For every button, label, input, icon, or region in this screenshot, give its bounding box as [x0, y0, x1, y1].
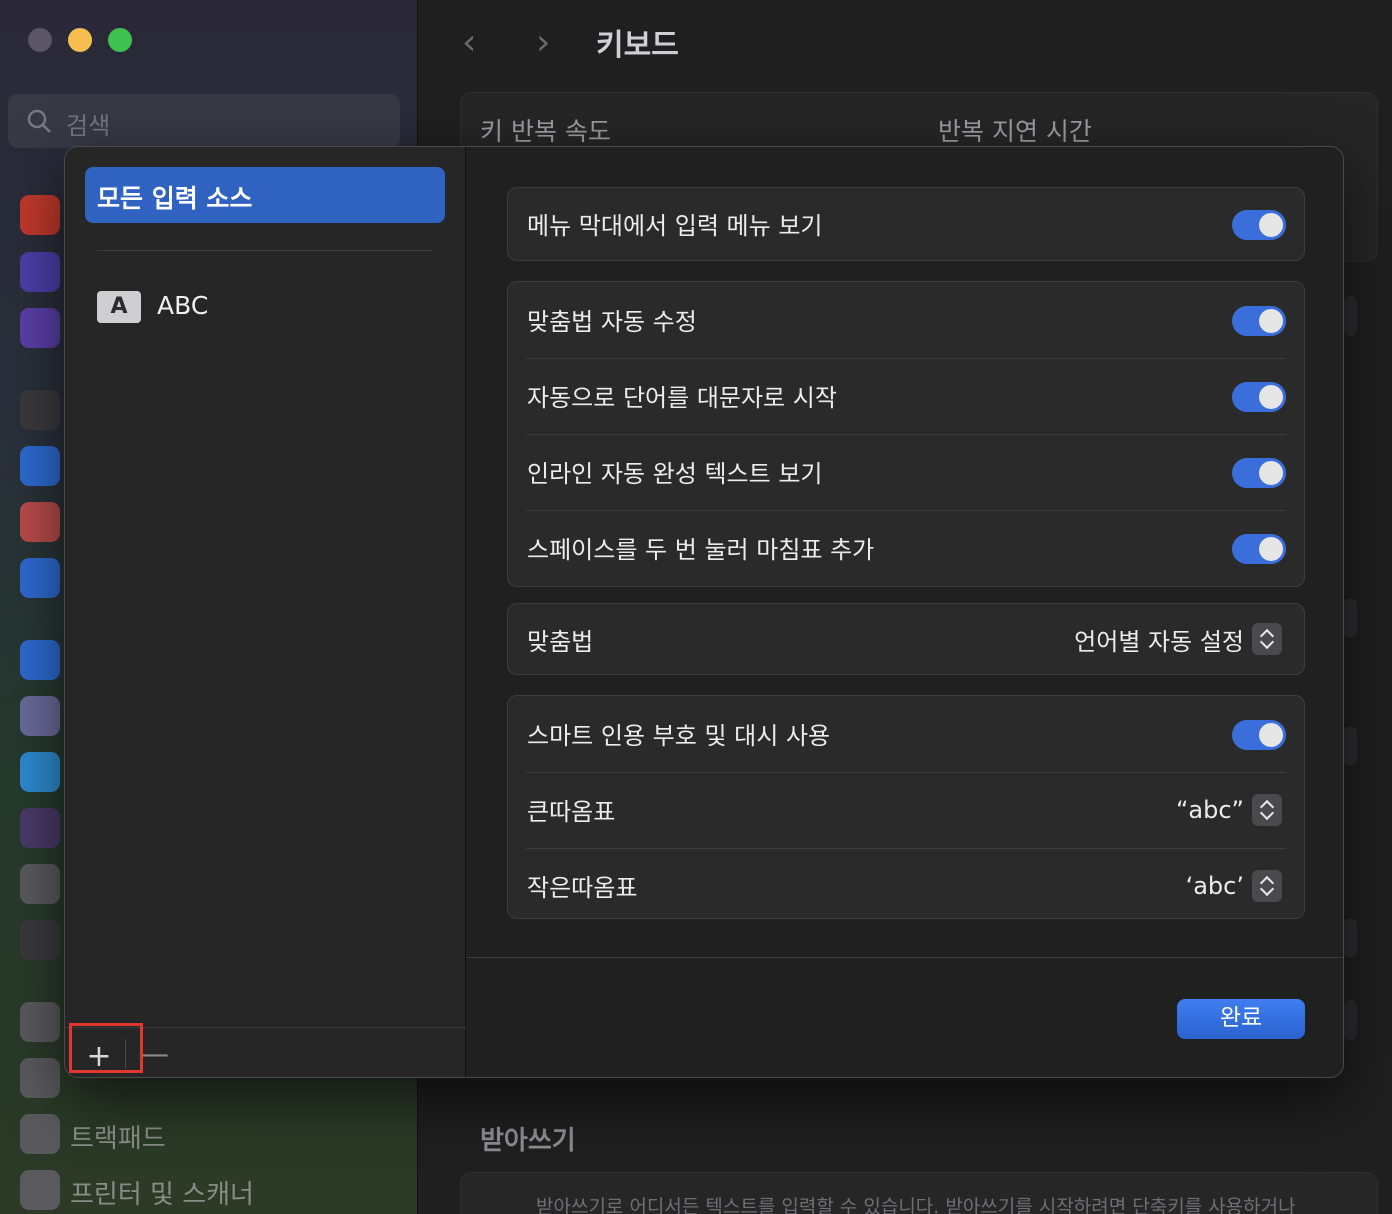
bg-toggle-edge — [1343, 296, 1357, 336]
users-icon[interactable] — [20, 558, 60, 598]
settings-row: 자동으로 단어를 대문자로 시작 — [508, 358, 1304, 434]
smart-quotes-group: 스마트 인용 부호 및 대시 사용 큰따옴표 “abc” 작은따옴표 ‘abc’ — [507, 695, 1305, 919]
settings-row: 맞춤법 언어별 자동 설정 — [508, 604, 1304, 674]
dictation-section-title: 받아쓰기 — [480, 1126, 576, 1156]
double-quotes-popup[interactable]: “abc” — [1176, 792, 1282, 828]
search-field[interactable]: 검색 — [8, 94, 400, 148]
settings-row: 맞춤법 자동 수정 — [508, 282, 1304, 358]
popup-value: ‘abc’ — [1185, 872, 1244, 900]
back-arrow-icon[interactable]: ‹ — [462, 22, 476, 63]
row-label: 자동으로 단어를 대문자로 시작 — [527, 384, 837, 412]
chevron-up-down-icon — [1252, 870, 1282, 902]
input-sources-sheet: 모든 입력 소스 A ABC + — 메뉴 막대에서 입력 메뉴 보기 맞춤법 … — [64, 146, 1344, 1078]
done-button[interactable]: 완료 — [1177, 999, 1305, 1039]
privacy-icon[interactable] — [20, 446, 60, 486]
row-label: 스페이스를 두 번 눌러 마침표 추가 — [527, 536, 875, 564]
row-label: 스마트 인용 부호 및 대시 사용 — [527, 722, 831, 750]
single-quotes-popup[interactable]: ‘abc’ — [1186, 868, 1282, 904]
settings-row: 작은따옴표 ‘abc’ — [508, 848, 1304, 918]
settings-row: 큰따옴표 “abc” — [508, 772, 1304, 848]
row-label: 큰따옴표 — [527, 798, 616, 826]
add-button-highlight — [69, 1023, 143, 1073]
bg-button-edge — [1343, 726, 1357, 766]
popup-value: 언어별 자동 설정 — [1074, 627, 1244, 656]
trackpad-icon[interactable] — [20, 1114, 60, 1154]
spelling-group: 맞춤법 언어별 자동 설정 — [507, 603, 1305, 675]
abc-input-icon[interactable]: A — [97, 291, 141, 323]
source-all-input-sources[interactable]: 모든 입력 소스 — [85, 167, 445, 223]
siri-icon[interactable] — [20, 808, 60, 848]
minimize-window-button[interactable] — [68, 28, 92, 52]
auto-capitalize-toggle[interactable] — [1232, 382, 1286, 412]
row-label: 작은따옴표 — [527, 874, 638, 902]
autocorrect-toggle[interactable] — [1232, 306, 1286, 336]
row-label: 메뉴 막대에서 입력 메뉴 보기 — [527, 212, 823, 240]
close-window-button[interactable] — [28, 28, 52, 52]
search-placeholder: 검색 — [66, 112, 111, 140]
sidebar-item-printers[interactable]: 프린터 및 스캐너 — [70, 1174, 254, 1211]
sidebar-item-trackpad[interactable]: 트랙패드 — [70, 1118, 166, 1155]
settings-row: 스마트 인용 부호 및 대시 사용 — [508, 696, 1304, 772]
printer-icon[interactable] — [20, 1170, 60, 1210]
bg-button-edge — [1343, 1000, 1357, 1040]
chevron-up-down-icon — [1252, 794, 1282, 826]
mouse-icon[interactable] — [20, 1058, 60, 1098]
spotlight-icon[interactable] — [20, 864, 60, 904]
smart-quotes-toggle[interactable] — [1232, 720, 1286, 750]
sound-icon[interactable] — [20, 195, 60, 235]
input-sources-list: 모든 입력 소스 A ABC + — — [65, 147, 466, 1077]
show-input-menu-toggle[interactable] — [1232, 210, 1286, 240]
settings-row: 스페이스를 두 번 눌러 마침표 추가 — [508, 510, 1304, 586]
footer-divider — [466, 957, 1343, 958]
search-icon — [27, 109, 51, 133]
internet-accounts-icon[interactable] — [20, 640, 60, 680]
focus-icon[interactable] — [20, 252, 60, 292]
dictation-description: 받아쓰기로 어디서든 텍스트를 입력할 수 있습니다. 받아쓰기를 시작하려면 … — [536, 1196, 1296, 1214]
touch-id-icon[interactable] — [20, 502, 60, 542]
window-title: 키보드 — [596, 28, 679, 63]
row-label: 맞춤법 자동 수정 — [527, 308, 697, 336]
zoom-window-button[interactable] — [108, 28, 132, 52]
popup-value: “abc” — [1175, 796, 1244, 824]
lock-screen-icon[interactable] — [20, 390, 60, 430]
source-abc[interactable]: ABC — [157, 291, 208, 320]
text-correction-group: 맞춤법 자동 수정 자동으로 단어를 대문자로 시작 인라인 자동 완성 텍스트… — [507, 281, 1305, 587]
wallet-icon[interactable] — [20, 920, 60, 960]
bg-toggle-edge — [1343, 598, 1357, 638]
row-label: 맞춤법 — [527, 628, 594, 656]
bg-button-edge — [1343, 918, 1357, 958]
menu-bar-group: 메뉴 막대에서 입력 메뉴 보기 — [507, 187, 1305, 261]
key-repeat-label: 키 반복 속도 — [480, 117, 611, 146]
game-center-icon[interactable] — [20, 696, 60, 736]
spelling-popup[interactable]: 언어별 자동 설정 — [1074, 621, 1282, 657]
settings-row: 인라인 자동 완성 텍스트 보기 — [508, 434, 1304, 510]
chevron-up-down-icon — [1252, 623, 1282, 655]
double-space-period-toggle[interactable] — [1232, 534, 1286, 564]
settings-row: 메뉴 막대에서 입력 메뉴 보기 — [508, 188, 1304, 260]
forward-arrow-icon[interactable]: › — [536, 22, 550, 63]
row-label: 인라인 자동 완성 텍스트 보기 — [527, 460, 823, 488]
screen-time-icon[interactable] — [20, 308, 60, 348]
keyboard-icon[interactable] — [20, 1002, 60, 1042]
list-divider — [97, 250, 433, 251]
source-all-label: 모든 입력 소스 — [97, 184, 253, 213]
icloud-icon[interactable] — [20, 752, 60, 792]
inline-predictive-toggle[interactable] — [1232, 458, 1286, 488]
repeat-delay-label: 반복 지연 시간 — [938, 117, 1092, 146]
